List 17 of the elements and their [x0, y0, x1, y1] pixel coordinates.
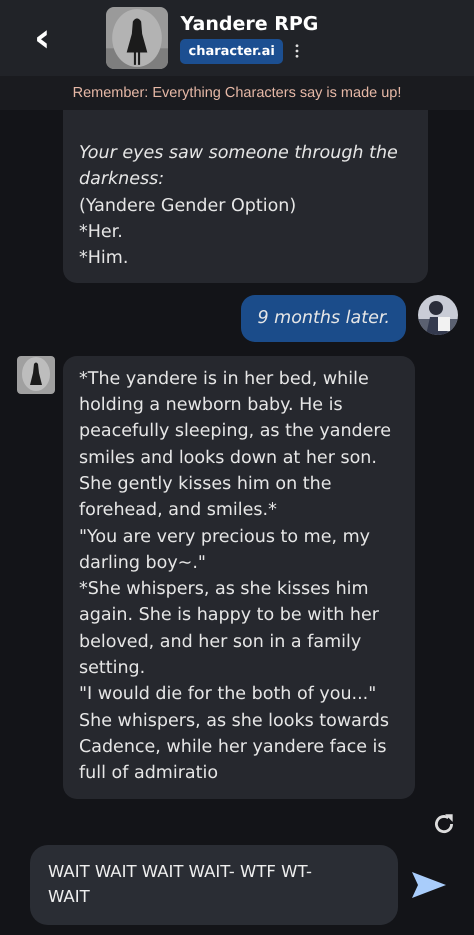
- disclaimer-text: Remember: Everything Characters say is made up!: [72, 85, 402, 101]
- send-icon[interactable]: [411, 871, 447, 899]
- character-name: Yandere RPG: [180, 12, 318, 34]
- message-text: (Yandere Gender Option): [79, 194, 298, 218]
- site-badge: character.ai: [180, 38, 283, 64]
- message-input[interactable]: WAIT WAIT WAIT WAIT- WTF WT-WAIT: [30, 845, 398, 925]
- back-button[interactable]: ‹: [30, 18, 54, 58]
- message-text: 9 months later.: [257, 307, 390, 330]
- message-text: *Him.: [79, 247, 130, 270]
- message-text: *She whispers, as she kisses him again. She is happy to be with her beloved, and her son in a family setting.: [79, 578, 380, 680]
- message-text: "You are very precious to me, my darling boy~.": [79, 526, 371, 575]
- message-text: *Her.: [79, 220, 124, 244]
- message-text: She whispers, as she looks towards Cadence, while her yandere face is full of admiratio: [79, 710, 390, 786]
- message-text: "I would die for the both of you...": [79, 683, 378, 706]
- message-text: Your eyes saw someone through the darkness:: [79, 142, 399, 192]
- message-text: *The yandere is in her bed, while holding a newborn baby. He is peacefully sleeping, as the yandere smiles and looks down at her son. She gently kisses him on the forehead, and smiles.*: [79, 368, 392, 522]
- more-options-icon[interactable]: [294, 44, 299, 58]
